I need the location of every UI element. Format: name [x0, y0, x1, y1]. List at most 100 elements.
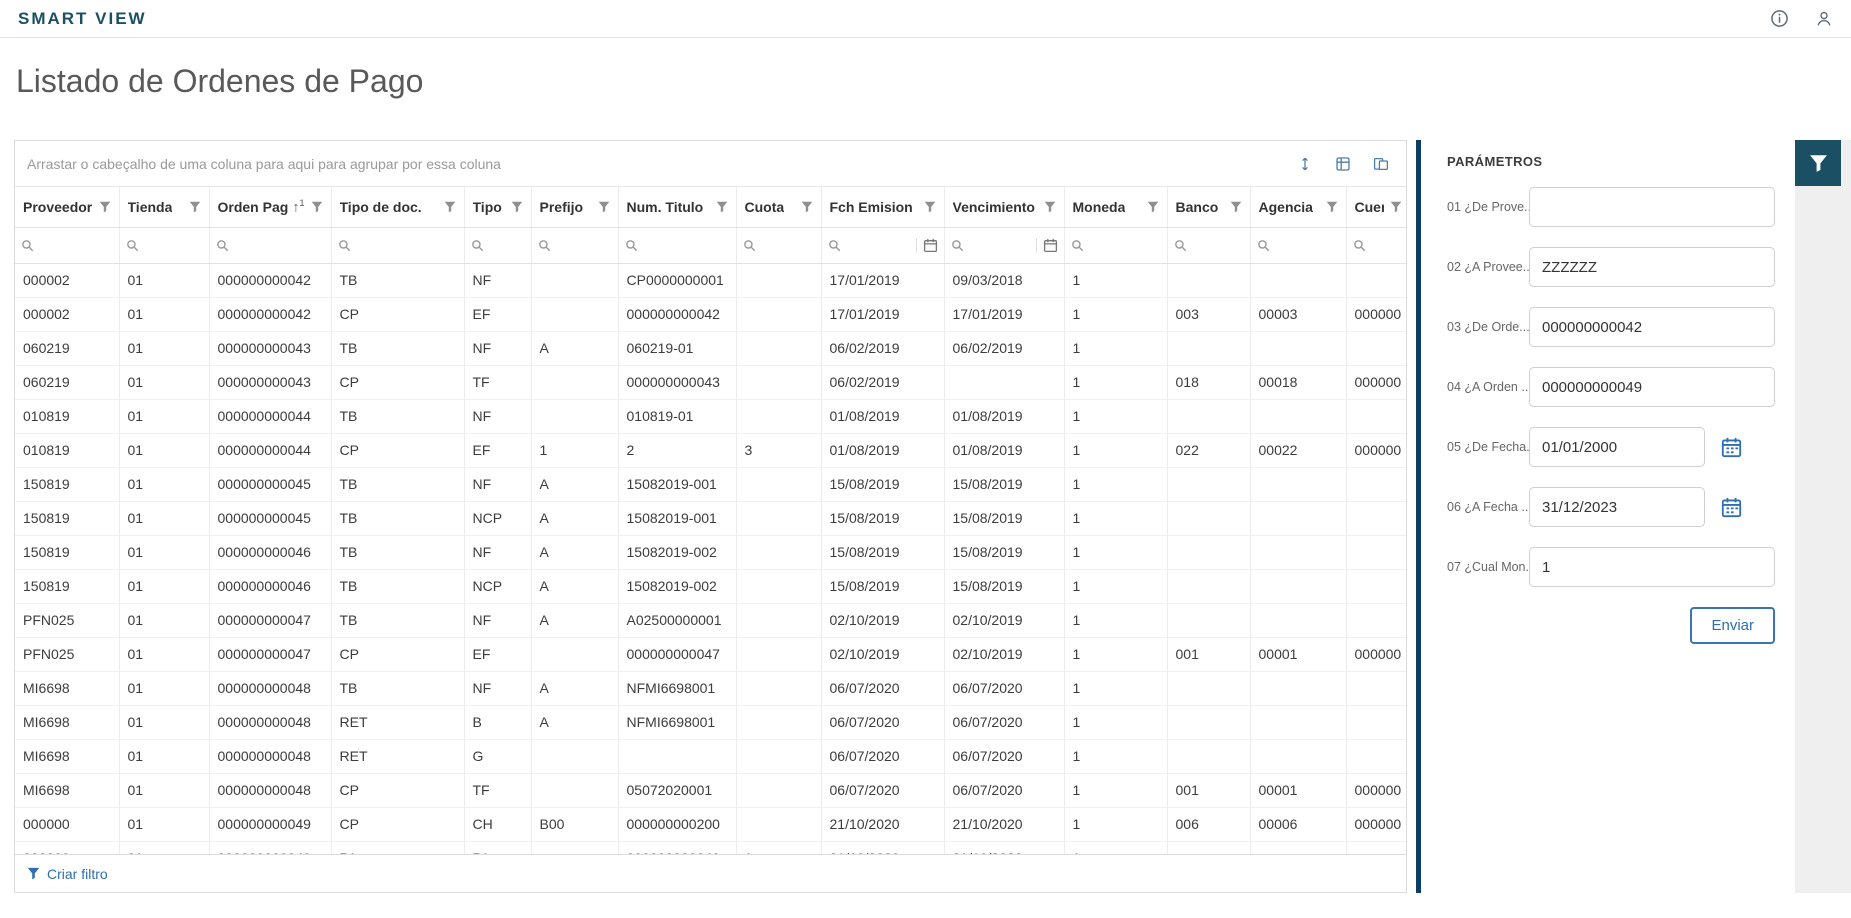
- search-icon[interactable]: [216, 239, 229, 252]
- column-filter-funnel-icon[interactable]: [99, 201, 111, 213]
- search-icon[interactable]: [471, 239, 484, 252]
- filter-cell[interactable]: [821, 227, 945, 264]
- column-header[interactable]: Cuenta: [1346, 187, 1406, 228]
- filter-input[interactable]: [484, 228, 525, 263]
- filter-cell[interactable]: [1064, 227, 1168, 264]
- table-row[interactable]: MI6698 01 000000000048 RET G 06/07/2020 06/07/…: [15, 739, 1406, 774]
- column-header[interactable]: Agencia: [1250, 187, 1347, 228]
- param-input[interactable]: [1529, 427, 1705, 467]
- filter-input[interactable]: [1270, 228, 1340, 263]
- filter-cell[interactable]: [209, 227, 332, 264]
- search-icon[interactable]: [338, 239, 351, 252]
- column-filter-funnel-icon[interactable]: [189, 201, 201, 213]
- filter-input[interactable]: [841, 228, 912, 263]
- table-row[interactable]: 150819 01 000000000045 TB NCP A 15082019-001 15…: [15, 501, 1406, 536]
- table-row[interactable]: PFN025 01 000000000047 TB NF A A02500000001 02/…: [15, 603, 1406, 638]
- calendar-icon[interactable]: [1035, 237, 1058, 253]
- table-row[interactable]: 010819 01 000000000044 CP EF 1 2 3 01/08/2019 01/…: [15, 433, 1406, 468]
- param-input[interactable]: [1529, 247, 1775, 287]
- column-header[interactable]: Proveedor: [15, 187, 120, 228]
- column-filter-funnel-icon[interactable]: [444, 201, 456, 213]
- info-icon[interactable]: [1770, 9, 1789, 28]
- filter-input[interactable]: [964, 228, 1032, 263]
- filter-cell[interactable]: [1167, 227, 1251, 264]
- filter-input[interactable]: [551, 228, 612, 263]
- filter-input[interactable]: [638, 228, 730, 263]
- search-icon[interactable]: [126, 239, 139, 252]
- filter-cell[interactable]: [119, 227, 210, 264]
- filter-input[interactable]: [351, 228, 458, 263]
- filter-funnel-icon[interactable]: [1795, 140, 1841, 186]
- column-header[interactable]: Tienda: [119, 187, 210, 228]
- column-header[interactable]: Vencimiento: [944, 187, 1065, 228]
- row-height-icon[interactable]: [1290, 149, 1320, 179]
- calendar-icon[interactable]: [1721, 497, 1742, 518]
- column-header[interactable]: Prefijo: [531, 187, 619, 228]
- table-row[interactable]: 000002 01 000000000042 CP EF 000000000042 17/0…: [15, 297, 1406, 332]
- column-header[interactable]: Orden Pago↑1: [209, 187, 332, 228]
- search-icon[interactable]: [828, 239, 841, 252]
- table-row[interactable]: 000000 01 000000000049 CP CH B00 000000000200 2…: [15, 807, 1406, 842]
- export-grid-icon[interactable]: [1328, 149, 1358, 179]
- param-input[interactable]: [1529, 547, 1775, 587]
- submit-button[interactable]: Enviar: [1690, 607, 1775, 644]
- column-header[interactable]: Num. Titulo: [618, 187, 737, 228]
- table-row[interactable]: 150819 01 000000000045 TB NF A 15082019-001 15/…: [15, 467, 1406, 502]
- column-header[interactable]: Cuota: [736, 187, 822, 228]
- column-header[interactable]: Tipo: [464, 187, 532, 228]
- filter-input[interactable]: [34, 228, 113, 263]
- column-header[interactable]: Banco: [1167, 187, 1251, 228]
- column-filter-funnel-icon[interactable]: [716, 201, 728, 213]
- param-input[interactable]: [1529, 487, 1705, 527]
- param-input[interactable]: [1529, 307, 1775, 347]
- filter-cell[interactable]: [1346, 227, 1406, 264]
- param-input[interactable]: [1529, 367, 1775, 407]
- filter-cell[interactable]: [464, 227, 532, 264]
- column-header[interactable]: Moneda: [1064, 187, 1168, 228]
- column-header[interactable]: Fch Emision: [821, 187, 945, 228]
- table-row[interactable]: 150819 01 000000000046 TB NCP A 15082019-002 15…: [15, 569, 1406, 604]
- column-filter-funnel-icon[interactable]: [801, 201, 813, 213]
- column-header[interactable]: Tipo de doc.: [331, 187, 465, 228]
- table-row[interactable]: 150819 01 000000000046 TB NF A 15082019-002 15/…: [15, 535, 1406, 570]
- table-row[interactable]: MI6698 01 000000000048 CP TF 05072020001 06/07…: [15, 773, 1406, 808]
- filter-input[interactable]: [1187, 228, 1244, 263]
- calendar-icon[interactable]: [1721, 437, 1742, 458]
- column-filter-funnel-icon[interactable]: [924, 201, 936, 213]
- search-icon[interactable]: [743, 239, 756, 252]
- create-filter-link[interactable]: Criar filtro: [47, 866, 108, 882]
- filter-input[interactable]: [139, 228, 203, 263]
- filter-cell[interactable]: [944, 227, 1065, 264]
- filter-cell[interactable]: [618, 227, 737, 264]
- table-row[interactable]: PFN025 01 000000000047 CP EF 000000000047 02/1…: [15, 637, 1406, 672]
- search-icon[interactable]: [625, 239, 638, 252]
- table-row[interactable]: MI6698 01 000000000048 TB NF A NFMI6698001 06/0…: [15, 671, 1406, 706]
- filter-cell[interactable]: [736, 227, 822, 264]
- column-filter-funnel-icon[interactable]: [1230, 201, 1242, 213]
- search-icon[interactable]: [1174, 239, 1187, 252]
- table-row[interactable]: 060219 01 000000000043 TB NF A 060219-01 06/02/…: [15, 331, 1406, 366]
- column-chooser-icon[interactable]: [1366, 149, 1396, 179]
- search-icon[interactable]: [538, 239, 551, 252]
- user-icon[interactable]: [1815, 10, 1833, 28]
- table-row[interactable]: MI6698 01 000000000048 RET B A NFMI6698001 06/0…: [15, 705, 1406, 740]
- column-filter-funnel-icon[interactable]: [598, 201, 610, 213]
- table-row[interactable]: 060219 01 000000000043 CP TF 000000000043 06/0…: [15, 365, 1406, 400]
- filter-input[interactable]: [229, 228, 325, 263]
- table-row[interactable]: 00000001000000000049PAPA000000000049121/…: [15, 841, 1406, 855]
- search-icon[interactable]: [951, 239, 964, 252]
- column-filter-funnel-icon[interactable]: [1390, 201, 1402, 213]
- table-row[interactable]: 000002 01 000000000042 TB NF CP0000000001 17/0…: [15, 263, 1406, 298]
- filter-cell[interactable]: [15, 227, 120, 264]
- param-input[interactable]: [1529, 187, 1775, 227]
- search-icon[interactable]: [1071, 239, 1084, 252]
- calendar-icon[interactable]: [915, 237, 938, 253]
- filter-cell[interactable]: [531, 227, 619, 264]
- column-filter-funnel-icon[interactable]: [1326, 201, 1338, 213]
- filter-input[interactable]: [1084, 228, 1161, 263]
- search-icon[interactable]: [1257, 239, 1270, 252]
- table-row[interactable]: 010819 01 000000000044 TB NF 010819-01 01/08/2…: [15, 399, 1406, 434]
- column-filter-funnel-icon[interactable]: [1044, 201, 1056, 213]
- column-filter-funnel-icon[interactable]: [511, 201, 523, 213]
- filter-cell[interactable]: [331, 227, 465, 264]
